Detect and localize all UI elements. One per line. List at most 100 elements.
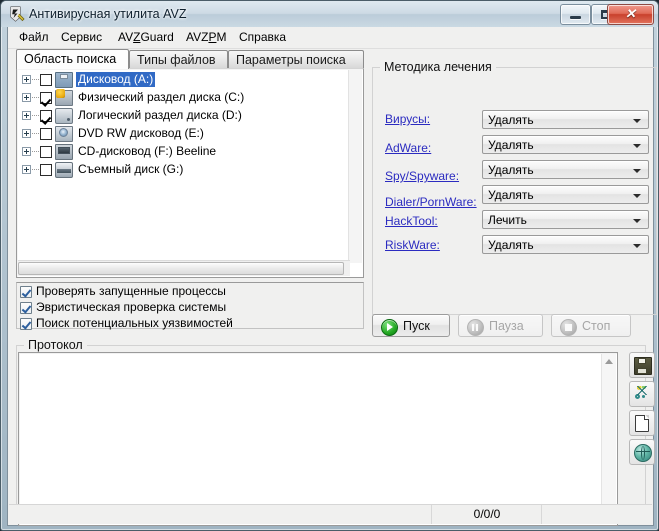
menu-help[interactable]: Справка <box>234 30 291 45</box>
label-riskware[interactable]: RiskWare: <box>385 238 440 252</box>
tab-file-types[interactable]: Типы файлов <box>129 50 228 69</box>
combo-value: Удалять <box>488 138 534 152</box>
tree-item-label: Дисковод (A:) <box>76 72 156 88</box>
tree-row[interactable]: Дисковод (A:) <box>18 70 350 88</box>
pause-button-label: Пауза <box>489 319 524 333</box>
scroll-up-icon[interactable] <box>605 359 613 364</box>
minimize-button[interactable] <box>560 4 591 25</box>
combo-hacktool[interactable]: Лечить <box>482 210 649 229</box>
close-button[interactable]: ✕ <box>607 4 654 25</box>
menu-file[interactable]: Файл <box>14 30 54 45</box>
tree-checkbox[interactable] <box>40 145 52 158</box>
minimize-icon <box>570 16 581 19</box>
expand-icon[interactable] <box>22 165 31 175</box>
chevron-down-icon[interactable] <box>633 244 641 248</box>
treatment-method-group: Вирусы: AdWare: Spy/Spyware: Dialer/Porn… <box>372 67 657 315</box>
system-hard-disk-icon <box>55 88 73 106</box>
tab-strip: Область поиска Типы файлов Параметры пои… <box>16 49 364 69</box>
chevron-down-icon[interactable] <box>633 144 641 148</box>
label-dialer-pornware[interactable]: Dialer/PornWare: <box>385 195 477 209</box>
combo-value: Удалять <box>488 238 534 252</box>
tree-row[interactable]: Логический раздел диска (D:) <box>18 106 350 124</box>
tree-connector <box>32 132 39 135</box>
blank-page-icon <box>635 415 649 432</box>
start-button[interactable]: Пуск <box>372 314 450 337</box>
expand-icon[interactable] <box>22 147 31 157</box>
network-update-button[interactable] <box>629 439 655 465</box>
label-spyware[interactable]: Spy/Spyware: <box>385 169 459 183</box>
treatment-group-legend: Методика лечения <box>380 60 496 74</box>
tree-row[interactable]: DVD RW дисковод (E:) <box>18 124 350 142</box>
status-counts: 0/0/0 <box>431 505 542 524</box>
option-check-running-processes[interactable]: Проверять запущенные процессы <box>20 284 363 299</box>
option-label: Эвристическая проверка системы <box>36 300 227 315</box>
tree-connector <box>32 78 39 81</box>
tree-item-label: CD-дисковод (F:) Beeline <box>78 144 217 159</box>
menu-service[interactable]: Сервис <box>56 30 107 45</box>
chevron-down-icon[interactable] <box>633 219 641 223</box>
save-log-button[interactable] <box>629 352 655 378</box>
tree-vertical-scrollbar[interactable] <box>348 70 362 263</box>
stop-button[interactable]: Стоп <box>551 314 631 337</box>
tree-checkbox[interactable] <box>40 109 52 122</box>
tree-checkbox[interactable] <box>40 163 52 176</box>
globe-network-icon <box>634 444 652 462</box>
drive-tree[interactable]: Дисковод (A:) Физический раздел диска (C… <box>18 70 350 263</box>
tab-search-area[interactable]: Область поиска <box>16 49 129 69</box>
application-window: Антивирусная утилита AVZ ✕ Файл Сервис A… <box>0 0 659 531</box>
protocol-log-area[interactable] <box>18 352 618 526</box>
combo-spyware[interactable]: Удалять <box>482 160 649 179</box>
cd-drive-icon <box>55 143 73 160</box>
tree-connector <box>32 96 39 99</box>
tree-horizontal-scrollbar[interactable] <box>18 260 350 276</box>
clean-log-button[interactable] <box>629 381 655 407</box>
expand-icon[interactable] <box>22 75 31 85</box>
checkbox[interactable] <box>20 317 32 330</box>
option-search-vulnerabilities[interactable]: Поиск потенциальных уязвимостей <box>20 316 363 331</box>
combo-riskware[interactable]: Удалять <box>482 235 649 254</box>
tree-row[interactable]: Физический раздел диска (C:) <box>18 88 350 106</box>
expand-icon[interactable] <box>22 111 31 121</box>
chevron-down-icon[interactable] <box>633 169 641 173</box>
new-log-button[interactable] <box>629 410 655 436</box>
tree-checkbox[interactable] <box>40 127 52 140</box>
label-viruses[interactable]: Вирусы: <box>385 112 430 126</box>
tree-checkbox[interactable] <box>40 73 52 86</box>
client-area: Файл Сервис AVZGuard AVZPM Справка Облас… <box>7 27 657 526</box>
option-label: Проверять запущенные процессы <box>36 284 226 299</box>
pause-button[interactable]: Пауза <box>458 314 543 337</box>
tab-search-parameters[interactable]: Параметры поиска <box>228 50 364 69</box>
expand-icon[interactable] <box>22 93 31 103</box>
label-hacktool[interactable]: HackTool: <box>385 214 438 228</box>
tree-row[interactable]: CD-дисковод (F:) Beeline <box>18 142 350 160</box>
hard-disk-icon <box>55 107 73 124</box>
tree-checkbox[interactable] <box>40 91 52 104</box>
tree-connector <box>32 168 39 171</box>
combo-value: Удалять <box>488 163 534 177</box>
chevron-down-icon[interactable] <box>633 119 641 123</box>
combo-dialer-pornware[interactable]: Удалять <box>482 185 649 204</box>
floppy-drive-icon <box>55 71 73 88</box>
menu-avzguard[interactable]: AVZGuard <box>113 30 179 45</box>
tree-row[interactable]: Съемный диск (G:) <box>18 160 350 178</box>
floppy-save-icon <box>634 357 652 375</box>
option-heuristic-system-check[interactable]: Эвристическая проверка системы <box>20 300 363 315</box>
combo-adware[interactable]: Удалять <box>482 135 649 154</box>
checkbox[interactable] <box>20 285 32 298</box>
checkbox[interactable] <box>20 301 32 314</box>
label-adware[interactable]: AdWare: <box>385 141 431 155</box>
scissors-clean-icon <box>634 386 650 402</box>
tree-connector <box>32 150 39 153</box>
scan-options-panel: Проверять запущенные процессы Эвристичес… <box>16 282 364 331</box>
expand-icon[interactable] <box>22 129 31 139</box>
play-icon <box>381 319 398 336</box>
chevron-down-icon[interactable] <box>633 194 641 198</box>
pause-icon <box>467 319 484 336</box>
tree-connector <box>32 114 39 117</box>
combo-value: Удалять <box>488 188 534 202</box>
menu-avzpm[interactable]: AVZPM <box>181 30 231 45</box>
scrollbar-thumb[interactable] <box>18 262 344 275</box>
protocol-vertical-scrollbar[interactable] <box>601 354 616 524</box>
combo-viruses[interactable]: Удалять <box>482 110 649 129</box>
stop-button-label: Стоп <box>582 319 611 333</box>
